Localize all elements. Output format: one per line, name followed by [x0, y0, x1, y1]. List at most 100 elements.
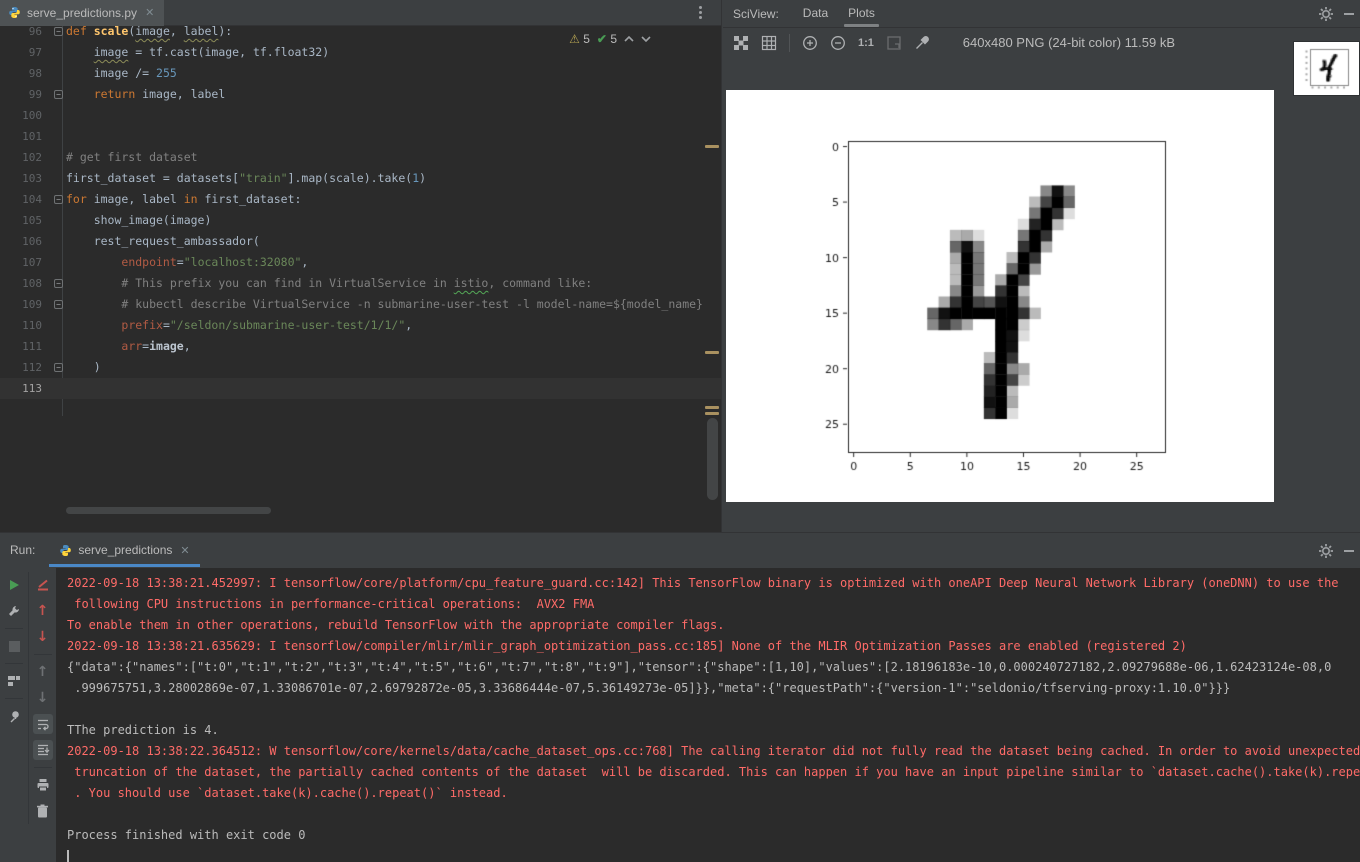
restore-layout-icon[interactable]: [4, 671, 24, 691]
sciview-header: SciView: Data Plots: [723, 0, 1360, 28]
rerun-icon[interactable]: [4, 575, 24, 595]
code-line[interactable]: 100: [0, 105, 721, 126]
close-tab-icon[interactable]: ✕: [145, 6, 154, 19]
code-line[interactable]: 98 image /= 255: [0, 63, 721, 84]
code-line[interactable]: 112− ): [0, 357, 721, 378]
sciview-pane: SciView: Data Plots 1:1 640x480 PNG (24-…: [723, 0, 1360, 532]
line-number: 109: [22, 298, 42, 311]
code-line[interactable]: 101: [0, 126, 721, 147]
typo-count: 5: [610, 32, 617, 46]
fit-to-window-icon[interactable]: [733, 35, 749, 51]
line-number: 102: [22, 151, 42, 164]
error-stripe-mark[interactable]: [705, 406, 719, 409]
line-number: 111: [22, 340, 42, 353]
fold-marker-icon[interactable]: −: [54, 27, 63, 36]
fold-marker-icon[interactable]: −: [54, 300, 63, 309]
run-label: Run:: [10, 543, 36, 557]
down-stack-trace-icon[interactable]: ↓: [33, 627, 53, 647]
print-icon[interactable]: [33, 775, 53, 795]
soft-wrap-icon[interactable]: [32, 714, 53, 734]
run-console[interactable]: 2022-09-18 13:38:21.452997: I tensorflow…: [56, 568, 1360, 862]
line-number: 103: [22, 172, 42, 185]
run-tab-serve-predictions[interactable]: serve_predictions ✕: [49, 533, 200, 567]
fold-marker-icon[interactable]: −: [54, 90, 63, 99]
settings-wrench-icon[interactable]: [4, 601, 24, 621]
gear-icon[interactable]: [1318, 6, 1334, 22]
line-number: 105: [22, 214, 42, 227]
run-settings-gear-icon[interactable]: [1318, 543, 1334, 559]
editor-tab-bar: serve_predictions.py ✕: [0, 0, 721, 26]
line-number: 100: [22, 109, 42, 122]
eyedropper-icon[interactable]: [914, 35, 930, 51]
grid-icon[interactable]: [761, 35, 777, 51]
line-number: 107: [22, 256, 42, 269]
up-stack-trace-icon[interactable]: ↑: [33, 601, 53, 621]
prev-problem-icon[interactable]: [624, 36, 634, 42]
next-occurrence-icon: ↓: [36, 690, 49, 706]
run-body: ↑ ↓ ↑ ↓ 2022-09-18 13:38:21.452997: I te…: [0, 568, 1360, 862]
pin-icon[interactable]: [4, 706, 24, 726]
intention-bulb-icon[interactable]: [74, 360, 87, 376]
code-line[interactable]: 109− # kubectl describe VirtualService -…: [0, 294, 721, 315]
run-header: Run: serve_predictions ✕: [0, 533, 1360, 567]
code-area[interactable]: 96− def scale(image, label): 97 image = tf…: [0, 26, 721, 399]
fold-marker-icon[interactable]: −: [54, 195, 63, 204]
code-line[interactable]: 106 rest_request_ambassador(: [0, 231, 721, 252]
error-stripe-mark[interactable]: [705, 412, 719, 415]
line-number: 101: [22, 130, 42, 143]
line-number: 112: [22, 361, 42, 374]
console-line: To enable them in other operations, rebu…: [67, 618, 725, 632]
plot-thumbnail[interactable]: [1294, 42, 1359, 95]
error-stripe-mark[interactable]: [705, 145, 719, 148]
editor-pane: serve_predictions.py ✕ 96− def scale(imag…: [0, 0, 722, 532]
code-line[interactable]: 104− for image, label in first_dataset:: [0, 189, 721, 210]
warning-icon: ⚠: [569, 32, 580, 46]
line-number: 104: [22, 193, 42, 206]
editor-vertical-scrollbar[interactable]: [707, 418, 718, 500]
tab-options-kebab-icon[interactable]: [699, 6, 703, 20]
zoom-out-icon[interactable]: [830, 35, 846, 51]
console-line: 2022-09-18 13:38:21.452997: I tensorflow…: [67, 576, 1339, 590]
plot-panel[interactable]: [726, 90, 1274, 502]
console-line: following CPU instructions in performanc…: [67, 597, 595, 611]
code-line[interactable]: 111 arr=image,: [0, 336, 721, 357]
zoom-in-icon[interactable]: [802, 35, 818, 51]
code-line[interactable]: 103 first_dataset = datasets["train"].map…: [0, 168, 721, 189]
next-problem-icon[interactable]: [641, 36, 651, 42]
code-line[interactable]: 102 # get first dataset: [0, 147, 721, 168]
hide-run-panel-icon[interactable]: [1344, 550, 1354, 552]
line-number: 96: [28, 26, 42, 38]
code-line[interactable]: 99− return image, label: [0, 84, 721, 105]
code-line[interactable]: 105 show_image(image): [0, 210, 721, 231]
code-line[interactable]: 110 prefix="/seldon/submarine-user-test/…: [0, 315, 721, 336]
code-line[interactable]: 107 endpoint="localhost:32080",: [0, 252, 721, 273]
scroll-to-end-icon[interactable]: [32, 740, 53, 760]
console-line: 2022-09-18 13:38:21.635629: I tensorflow…: [67, 639, 1187, 653]
editor-tab-serve-predictions[interactable]: serve_predictions.py ✕: [0, 0, 165, 26]
console-line: . You should use `dataset.take(k).cache(…: [67, 786, 508, 800]
hide-panel-icon[interactable]: [1344, 13, 1354, 15]
show-prompt-icon[interactable]: [33, 575, 53, 595]
code-line[interactable]: 108− # This prefix you can find in Virtu…: [0, 273, 721, 294]
clear-all-icon[interactable]: [33, 801, 53, 821]
fit-selection-icon: [887, 36, 901, 50]
run-tab-title: serve_predictions: [78, 543, 173, 557]
actual-size-icon[interactable]: 1:1: [858, 37, 874, 49]
error-stripe-mark[interactable]: [705, 351, 719, 354]
warning-count: 5: [583, 32, 590, 46]
line-number: 98: [28, 67, 42, 80]
editor-horizontal-scrollbar[interactable]: [66, 507, 271, 514]
console-line: 2022-09-18 13:38:22.364512: W tensorflow…: [67, 744, 1360, 758]
inspection-widget[interactable]: ⚠ 5 ✔ 5: [569, 32, 651, 46]
line-number: 97: [28, 46, 42, 59]
tab-plots[interactable]: Plots: [838, 0, 885, 28]
editor-body[interactable]: 96− def scale(image, label): 97 image = tf…: [0, 26, 721, 532]
plot-thumbnail-canvas: [1294, 42, 1359, 95]
code-line[interactable]: 113: [0, 378, 721, 399]
tab-data[interactable]: Data: [793, 0, 838, 28]
fold-marker-icon[interactable]: −: [54, 279, 63, 288]
fold-marker-icon[interactable]: −: [54, 363, 63, 372]
close-run-tab-icon[interactable]: ✕: [180, 544, 189, 557]
